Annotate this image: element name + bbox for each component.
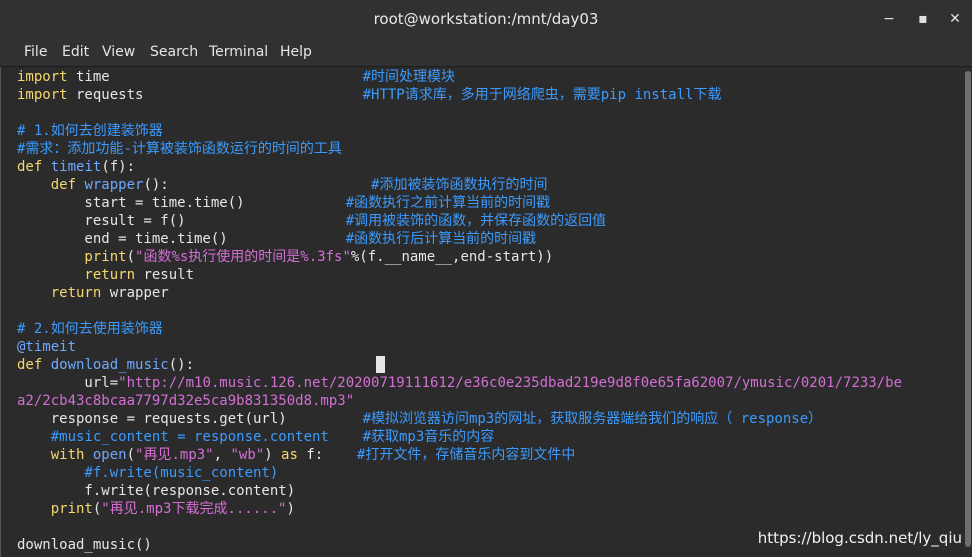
code-line: import requests #HTTP请求库，多用于网络爬虫，需要pip i…	[17, 86, 721, 104]
code-comment: #时间处理模块	[362, 69, 456, 85]
code-text: %(f.__name__,end-start))	[350, 249, 554, 265]
code-comment: #模拟浏览器访问mp3的网址，获取服务器端给我们的响应（ response）	[362, 411, 823, 427]
code-comment: #music_content = response.content	[17, 429, 363, 445]
code-string: "wb"	[230, 447, 265, 463]
code-line: def timeit(f):	[17, 158, 135, 176]
code-text: url=	[17, 375, 119, 391]
code-text: (	[126, 249, 136, 265]
code-line: result = f() #调用被装饰的函数，并保存函数的返回值	[17, 212, 606, 230]
code-text: (	[126, 447, 136, 463]
code-string: "http://m10.music.126.net/20200719111612…	[118, 375, 903, 391]
menu-file[interactable]: File	[22, 38, 49, 66]
code-comment: #HTTP请求库，多用于网络爬虫，需要pip install下载	[362, 87, 722, 103]
code-keyword: import	[17, 87, 68, 103]
minimize-icon[interactable]: −	[878, 8, 900, 30]
window-title: root@workstation:/mnt/day03	[373, 10, 599, 28]
code-text: result = f()	[17, 213, 346, 229]
code-comment: #打开文件，存储音乐内容到文件中	[356, 447, 576, 463]
code-comment: # 1.如何去创建装饰器	[17, 123, 163, 139]
code-text: time	[67, 69, 363, 85]
code-keyword: return	[17, 267, 136, 283]
code-keyword: def	[17, 177, 77, 193]
scrollbar[interactable]	[964, 67, 972, 557]
scrollbar-thumb[interactable]	[965, 71, 971, 547]
code-line: return result	[17, 266, 194, 284]
maximize-icon[interactable]: ▪	[912, 8, 934, 30]
code-string: "再见.mp3"	[135, 447, 214, 463]
code-keyword: with	[17, 447, 85, 463]
code-text: f:	[297, 447, 357, 463]
code-keyword: import	[17, 69, 68, 85]
code-line: return wrapper	[17, 284, 169, 302]
code-line: download_music()	[17, 537, 152, 553]
code-keyword: def	[17, 159, 43, 175]
menu-terminal[interactable]: Terminal	[207, 38, 270, 66]
code-comment: #调用被装饰的函数，并保存函数的返回值	[345, 213, 607, 229]
code-text: ,	[213, 447, 231, 463]
code-function: download_music	[42, 357, 169, 373]
code-function: timeit	[42, 159, 102, 175]
menu-help[interactable]: Help	[278, 38, 314, 66]
code-function: wrapper	[76, 177, 144, 193]
code-string: "再见.mp3下载完成......"	[101, 501, 287, 517]
code-comment: #f.write(music_content)	[17, 465, 279, 481]
code-text: (f):	[101, 159, 136, 175]
code-text: start = time.time()	[17, 195, 346, 211]
code-keyword: return	[17, 285, 102, 301]
terminal-window: root@workstation:/mnt/day03 − ▪ ✕ File E…	[0, 0, 972, 557]
code-text: ():	[168, 357, 195, 373]
code-keyword: print	[17, 501, 93, 517]
code-line: import time #时间处理模块	[17, 68, 455, 86]
code-decorator: @timeit	[17, 339, 77, 355]
menu-edit[interactable]: Edit	[60, 38, 91, 66]
menu-bar: File Edit View Search Terminal Help	[0, 38, 972, 67]
text-cursor	[376, 356, 385, 373]
code-string: "函数%s执行使用的时间是%.3fs"	[135, 249, 351, 265]
code-line: def download_music():	[17, 356, 194, 374]
code-comment: #函数执行之前计算当前的时间戳	[345, 195, 551, 211]
code-text: requests	[67, 87, 363, 103]
code-line: start = time.time() #函数执行之前计算当前的时间戳	[17, 194, 550, 212]
code-text: end = time.time()	[17, 231, 346, 247]
code-line: end = time.time() #函数执行后计算当前的时间戳	[17, 230, 536, 248]
code-keyword: def	[17, 357, 43, 373]
code-line: #music_content = response.content #获取mp3…	[17, 428, 495, 446]
terminal-content[interactable]: import time #时间处理模块 import requests #HTT…	[0, 67, 965, 557]
code-keyword: as	[281, 447, 298, 463]
code-string: a2/2cb43c8bcaa7797d32e5ca9b831350d8.mp3"	[17, 393, 355, 409]
code-line: with open("再见.mp3", "wb") as f: #打开文件，存储…	[17, 446, 576, 464]
code-comment: #需求：添加功能-计算被装饰函数运行的时间的工具	[17, 141, 342, 157]
code-comment: # 2.如何去使用装饰器	[17, 321, 163, 337]
code-keyword: print	[17, 249, 127, 265]
code-line: url="http://m10.music.126.net/2020071911…	[17, 374, 902, 392]
code-function: open	[84, 447, 127, 463]
code-line: f.write(response.content)	[17, 483, 296, 499]
code-text: )	[286, 501, 295, 517]
title-bar[interactable]: root@workstation:/mnt/day03 − ▪ ✕	[0, 0, 972, 38]
code-line: print("再见.mp3下载完成......")	[17, 500, 295, 518]
code-comment: #函数执行后计算当前的时间戳	[345, 231, 537, 247]
code-line: def wrapper(): #添加被装饰函数执行的时间	[17, 176, 548, 194]
code-text: )	[264, 447, 282, 463]
watermark: https://blog.csdn.net/ly_qiu	[757, 529, 962, 547]
menu-search[interactable]: Search	[148, 38, 200, 66]
code-line: print("函数%s执行使用的时间是%.3fs"%(f.__name__,en…	[17, 248, 553, 266]
code-comment: #获取mp3音乐的内容	[362, 429, 495, 445]
code-text: result	[135, 267, 195, 283]
code-line: response = requests.get(url) #模拟浏览器访问mp3…	[17, 410, 822, 428]
menu-view[interactable]: View	[100, 38, 137, 66]
code-comment: #添加被装饰函数执行的时间	[371, 177, 548, 193]
code-text: wrapper	[101, 285, 169, 301]
code-text: ():	[143, 177, 372, 193]
close-icon[interactable]: ✕	[944, 8, 966, 30]
code-text: response = requests.get(url)	[17, 411, 363, 427]
